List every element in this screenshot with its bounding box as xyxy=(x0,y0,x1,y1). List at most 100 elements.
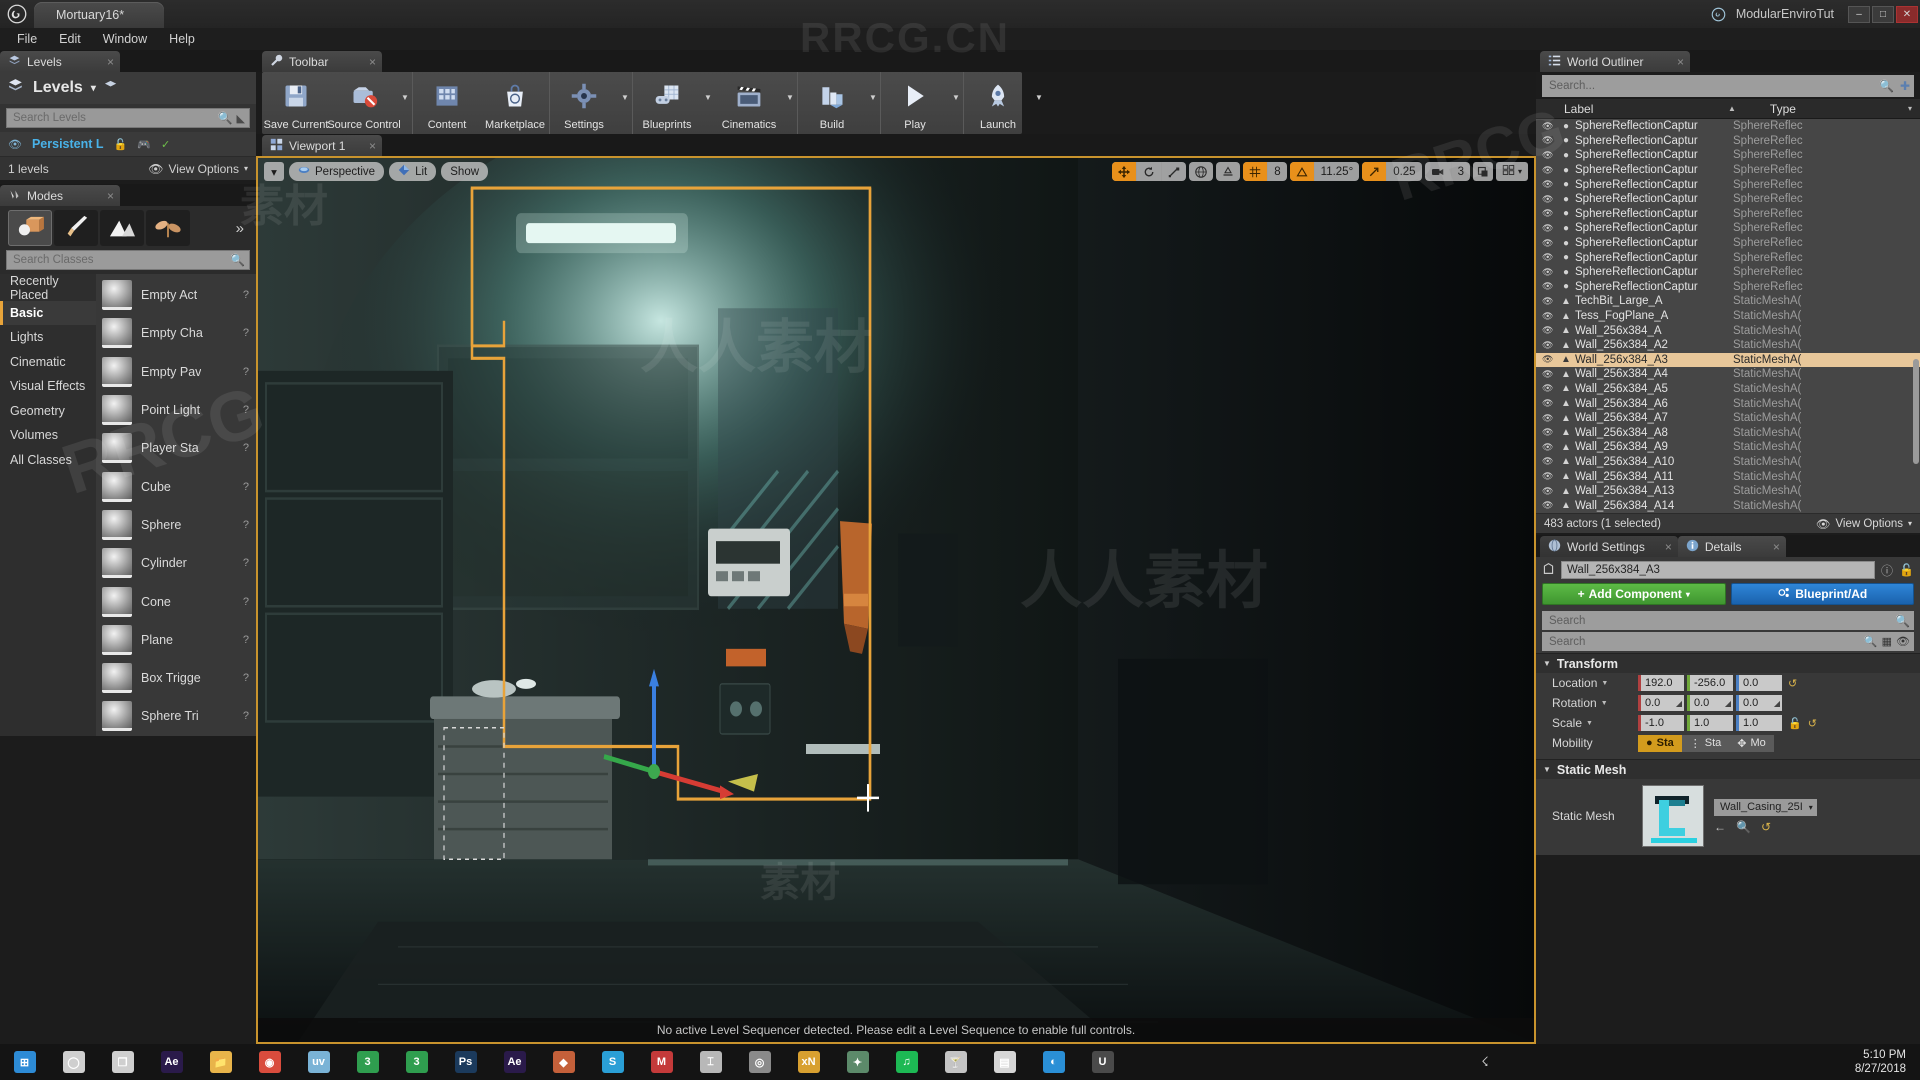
asset-help-icon[interactable]: ? xyxy=(243,672,256,684)
taskbar-spotify[interactable]: ♫ xyxy=(882,1044,931,1080)
tab-levels[interactable]: Levels × xyxy=(0,51,120,72)
tab-modes[interactable]: Modes × xyxy=(0,185,120,206)
outliner-row[interactable]: 👁 ● SphereReflectionCaptur SphereReflec xyxy=(1536,134,1920,149)
mobility-movable-option[interactable]: ✥ Mo xyxy=(1729,734,1774,752)
taskbar-3ds-max-1[interactable]: 3 xyxy=(343,1044,392,1080)
mobility-static-option[interactable]: ● Sta xyxy=(1638,734,1682,752)
taskbar-clock[interactable]: 5:10 PM 8/27/2018 xyxy=(1855,1048,1920,1076)
outliner-row[interactable]: 👁 ● SphereReflectionCaptur SphereReflec xyxy=(1536,192,1920,207)
taskbar-after-effects-alt[interactable]: Ae xyxy=(147,1044,196,1080)
eye-icon[interactable]: 👁 xyxy=(1542,121,1557,132)
outliner-row[interactable]: 👁 ● SphereReflectionCaptur SphereReflec xyxy=(1536,265,1920,280)
toolbar-cinematics-button[interactable]: Cinematics xyxy=(715,72,783,134)
placement-asset-item[interactable]: Cylinder? xyxy=(96,544,256,582)
level-viewport[interactable]: ▾ Perspective Lit Show 8 11.25° 0.25 3 ▾… xyxy=(256,156,1536,1044)
classes-search-box[interactable]: 🔍 xyxy=(6,250,250,270)
taskbar-after-effects[interactable]: Ae xyxy=(490,1044,539,1080)
taskbar-mudbox[interactable]: M xyxy=(637,1044,686,1080)
eye-icon[interactable]: 👁 xyxy=(1542,383,1557,394)
eye-icon[interactable]: 👁 xyxy=(1542,267,1557,278)
placement-asset-item[interactable]: Empty Cha? xyxy=(96,314,256,352)
eye-icon[interactable]: 👁 xyxy=(1542,179,1557,190)
outliner-row[interactable]: 👁 ▲ Tess_FogPlane_A StaticMeshA( xyxy=(1536,309,1920,324)
paint-mode-icon[interactable] xyxy=(54,210,98,246)
placement-asset-item[interactable]: Box Trigge? xyxy=(96,659,256,697)
outliner-row[interactable]: 👁 ● SphereReflectionCaptur SphereReflec xyxy=(1536,280,1920,295)
outliner-search-box[interactable]: 🔍 ✚ xyxy=(1542,75,1914,97)
eye-icon[interactable]: 👁 xyxy=(1542,442,1557,453)
placement-asset-item[interactable]: Sphere? xyxy=(96,506,256,544)
taskbar-skype[interactable]: S xyxy=(588,1044,637,1080)
angle-snap-value[interactable]: 11.25° xyxy=(1313,162,1360,181)
taskbar-photoshop[interactable]: Ps xyxy=(441,1044,490,1080)
toolbar-dropdown-caret[interactable]: ▼ xyxy=(866,72,880,134)
eye-icon[interactable]: 👁 xyxy=(1896,635,1910,648)
display-options-icon[interactable]: ▦ xyxy=(1882,635,1892,648)
viewport-lighting-button[interactable]: Lit xyxy=(389,162,437,181)
eye-icon[interactable]: 👁 xyxy=(1542,281,1557,292)
toolbar-dropdown-caret[interactable]: ▼ xyxy=(618,72,632,134)
static-mesh-section-header[interactable]: ▼ Static Mesh xyxy=(1536,759,1920,779)
outliner-row[interactable]: 👁 ● SphereReflectionCaptur SphereReflec xyxy=(1536,148,1920,163)
taskbar-task-view[interactable]: ❐ xyxy=(98,1044,147,1080)
placement-asset-item[interactable]: Empty Act? xyxy=(96,276,256,314)
persistent-level-row[interactable]: 👁 Persistent L 🔓 🎮 ✓ xyxy=(0,132,256,156)
help-icon[interactable]: ⓘ xyxy=(1881,562,1893,579)
outliner-row[interactable]: 👁 ● SphereReflectionCaptur SphereReflec xyxy=(1536,236,1920,251)
details-search-box-1[interactable]: 🔍 xyxy=(1542,611,1914,630)
actor-name-field[interactable]: Wall_256x384_A3 xyxy=(1561,561,1876,579)
placement-asset-item[interactable]: Empty Pav? xyxy=(96,353,256,391)
outliner-row[interactable]: 👁 ● SphereReflectionCaptur SphereReflec xyxy=(1536,177,1920,192)
chevron-down-icon[interactable]: ▾ xyxy=(1908,104,1912,113)
toolbar-dropdown-caret[interactable]: ▼ xyxy=(783,72,797,134)
reset-arrow-icon[interactable]: ↺ xyxy=(1761,820,1771,834)
tab-world-settings[interactable]: World Settings × xyxy=(1540,536,1678,557)
taskbar-start-button[interactable]: ⊞ xyxy=(0,1044,49,1080)
asset-help-icon[interactable]: ? xyxy=(243,557,256,569)
modes-overflow-icon[interactable]: » xyxy=(236,220,252,237)
chevron-down-icon[interactable]: ▼ xyxy=(1601,680,1608,687)
taskbar-chrome[interactable]: ◉ xyxy=(245,1044,294,1080)
menu-window[interactable]: Window xyxy=(92,30,158,48)
location-y-field[interactable]: -256.0 xyxy=(1687,675,1733,691)
chevron-down-icon[interactable]: ▼ xyxy=(1601,700,1608,707)
scale-snap-icon[interactable] xyxy=(1362,162,1387,181)
placement-asset-item[interactable]: Point Light? xyxy=(96,391,256,429)
tab-outliner-close-icon[interactable]: × xyxy=(1663,55,1684,69)
scale-snap-value[interactable]: 0.25 xyxy=(1386,162,1421,181)
category-volumes[interactable]: Volumes xyxy=(0,423,96,448)
levels-search-input[interactable] xyxy=(13,112,218,124)
toolbar-dropdown-caret[interactable]: ▼ xyxy=(1032,72,1046,134)
menu-file[interactable]: File xyxy=(6,30,48,48)
taskbar-unreal-engine[interactable]: U xyxy=(1078,1044,1127,1080)
asset-help-icon[interactable]: ? xyxy=(243,289,256,301)
angle-snap-icon[interactable] xyxy=(1289,162,1314,181)
toolbar-play-button[interactable]: Play xyxy=(881,72,949,134)
asset-help-icon[interactable]: ? xyxy=(243,634,256,646)
eye-icon[interactable]: 👁 xyxy=(1542,325,1557,336)
location-z-field[interactable]: 0.0 xyxy=(1736,675,1782,691)
lock-icon[interactable]: 🔓 xyxy=(1899,563,1914,577)
surface-snap-icon[interactable] xyxy=(1216,162,1240,181)
asset-help-icon[interactable]: ? xyxy=(243,596,256,608)
toolbar-settings-button[interactable]: Settings xyxy=(550,72,618,134)
eye-icon[interactable]: 👁 xyxy=(1542,238,1557,249)
levels-search-box[interactable]: 🔍 ◣ xyxy=(6,108,250,128)
toolbar-source-control-button[interactable]: Source Control xyxy=(327,72,401,134)
outliner-row[interactable]: 👁 ▲ Wall_256x384_A4 StaticMeshA( xyxy=(1536,367,1920,382)
taskbar-file-explorer[interactable]: 📁 xyxy=(196,1044,245,1080)
scale-z-field[interactable]: 1.0 xyxy=(1736,715,1782,731)
rotation-z-field[interactable]: 0.0 ◢ xyxy=(1736,695,1782,711)
outliner-search-input[interactable] xyxy=(1549,80,1879,92)
asset-help-icon[interactable]: ? xyxy=(243,442,256,454)
scale-y-field[interactable]: 1.0 xyxy=(1687,715,1733,731)
foliage-mode-icon[interactable] xyxy=(146,210,190,246)
tab-details[interactable]: Details × xyxy=(1677,536,1786,557)
eye-icon[interactable]: 👁 xyxy=(1542,135,1557,146)
levels-title-caret[interactable]: ▾ xyxy=(91,83,96,94)
tab-toolbar-close-icon[interactable]: × xyxy=(355,55,376,69)
static-mesh-thumbnail[interactable] xyxy=(1642,785,1704,847)
category-cinematic[interactable]: Cinematic xyxy=(0,350,96,375)
column-type[interactable]: Type xyxy=(1770,102,1796,116)
eye-icon[interactable]: 👁 xyxy=(1542,413,1557,424)
